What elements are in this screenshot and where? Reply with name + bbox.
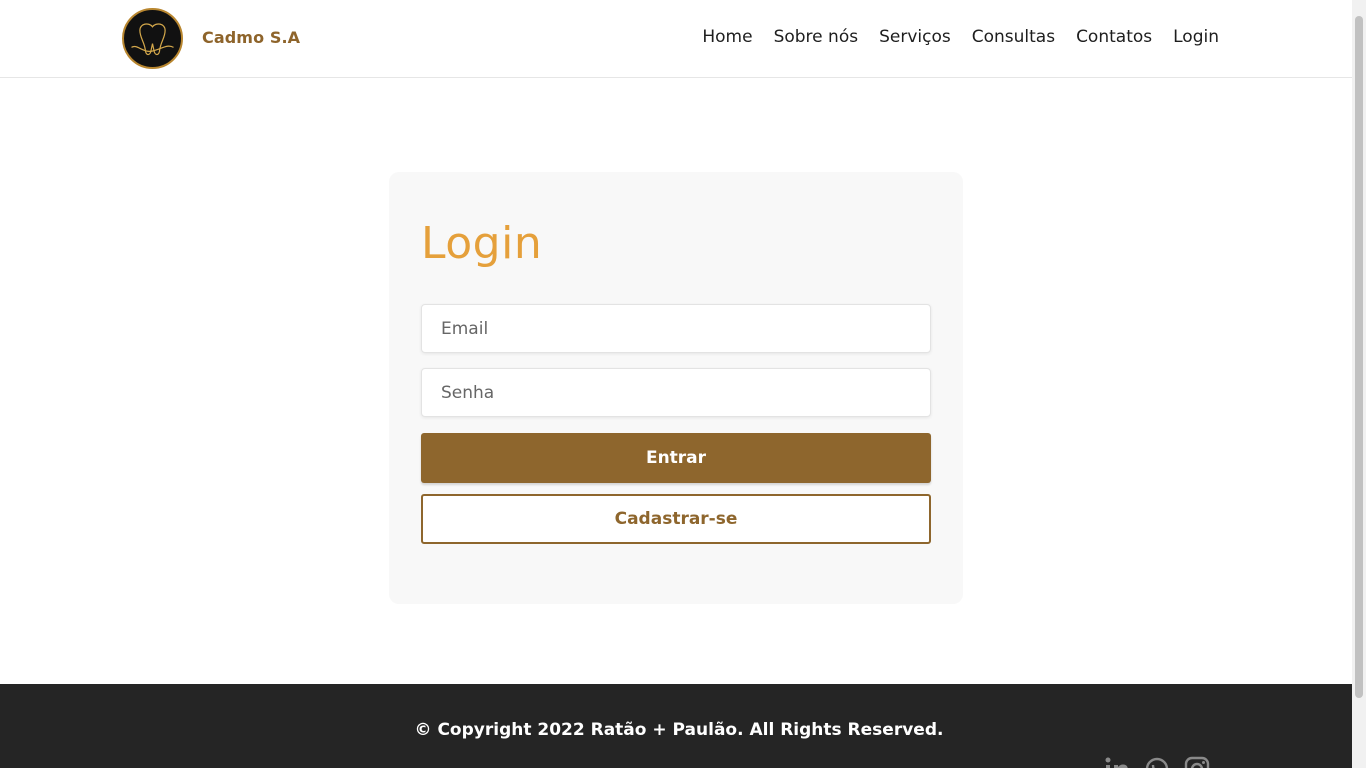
- site-header: Cadmo S.A Home Sobre nós Serviços Consul…: [0, 0, 1352, 78]
- social-links: [1104, 756, 1210, 768]
- instagram-icon[interactable]: [1184, 756, 1210, 768]
- nav-contatos[interactable]: Contatos: [1076, 27, 1152, 47]
- nav-servicos[interactable]: Serviços: [879, 27, 951, 47]
- copyright-text: © Copyright 2022 Ratão + Paulão. All Rig…: [414, 720, 944, 740]
- linkedin-icon[interactable]: [1104, 756, 1130, 768]
- password-field[interactable]: [422, 369, 930, 416]
- main-nav: Home Sobre nós Serviços Consultas Contat…: [681, 27, 1219, 47]
- login-submit-button[interactable]: Entrar: [421, 433, 931, 483]
- login-title: Login: [421, 218, 543, 269]
- nav-login[interactable]: Login: [1173, 27, 1219, 47]
- brand-name[interactable]: Cadmo S.A: [202, 28, 300, 47]
- whatsapp-icon[interactable]: [1144, 756, 1170, 768]
- nav-consultas[interactable]: Consultas: [972, 27, 1055, 47]
- site-footer: © Copyright 2022 Ratão + Paulão. All Rig…: [0, 684, 1352, 768]
- nav-home[interactable]: Home: [702, 27, 752, 47]
- password-field-wrapper: [421, 368, 931, 417]
- page-scrollbar[interactable]: [1352, 0, 1366, 768]
- email-field[interactable]: [422, 305, 930, 352]
- login-card: Login Entrar Cadastrar-se: [389, 172, 963, 604]
- scrollbar-thumb[interactable]: [1355, 16, 1363, 698]
- email-field-wrapper: [421, 304, 931, 353]
- nav-sobre-nos[interactable]: Sobre nós: [774, 27, 859, 47]
- tooth-logo-icon[interactable]: [122, 8, 183, 69]
- register-button[interactable]: Cadastrar-se: [421, 494, 931, 544]
